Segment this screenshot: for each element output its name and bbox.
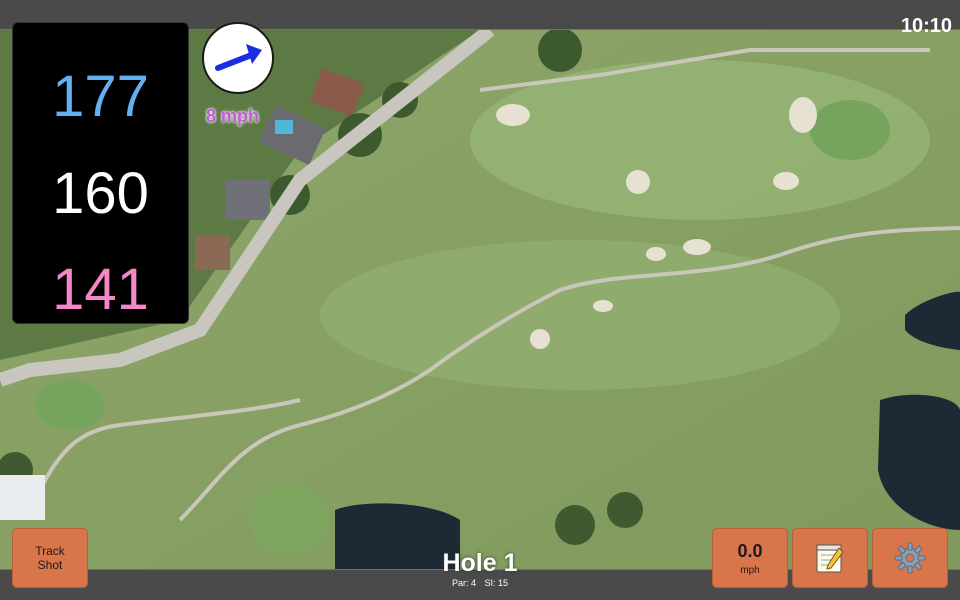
- hole-par: Par: 4: [451, 578, 476, 588]
- settings-button[interactable]: [872, 528, 948, 588]
- front-yardage: 141: [52, 257, 149, 322]
- track-shot-button[interactable]: Track Shot: [12, 528, 88, 588]
- speed-value: 0.0: [737, 540, 763, 561]
- track-shot-label-line1: Track: [35, 544, 65, 558]
- hole-info: Hole 1 Par: 4 SI: 15: [380, 548, 580, 588]
- wind-arrow-icon: [215, 44, 262, 71]
- notepad-icon: [816, 544, 844, 573]
- speed-unit: mph: [740, 564, 760, 576]
- golf-gps-screen: 10:10 177 160 141 8 mph Track Shot Hole …: [0, 0, 960, 600]
- gear-icon: [894, 542, 926, 574]
- back-yardage: 177: [52, 64, 149, 129]
- hole-stroke-index: SI: 15: [484, 578, 509, 588]
- hole-title: Hole 1: [442, 549, 518, 577]
- wind-speed-label: 8 mph: [206, 106, 260, 126]
- hole-details: Par: 4 SI: 15: [380, 578, 580, 588]
- scorecard-notes-button[interactable]: [792, 528, 868, 588]
- wind-indicator: [202, 22, 274, 94]
- track-shot-label-line2: Shot: [37, 558, 63, 572]
- yardage-panel: 177 160 141: [12, 22, 189, 324]
- center-yardage: 160: [52, 161, 149, 226]
- status-clock: 10:10: [900, 15, 952, 37]
- speed-button[interactable]: 0.0 mph: [712, 528, 788, 588]
